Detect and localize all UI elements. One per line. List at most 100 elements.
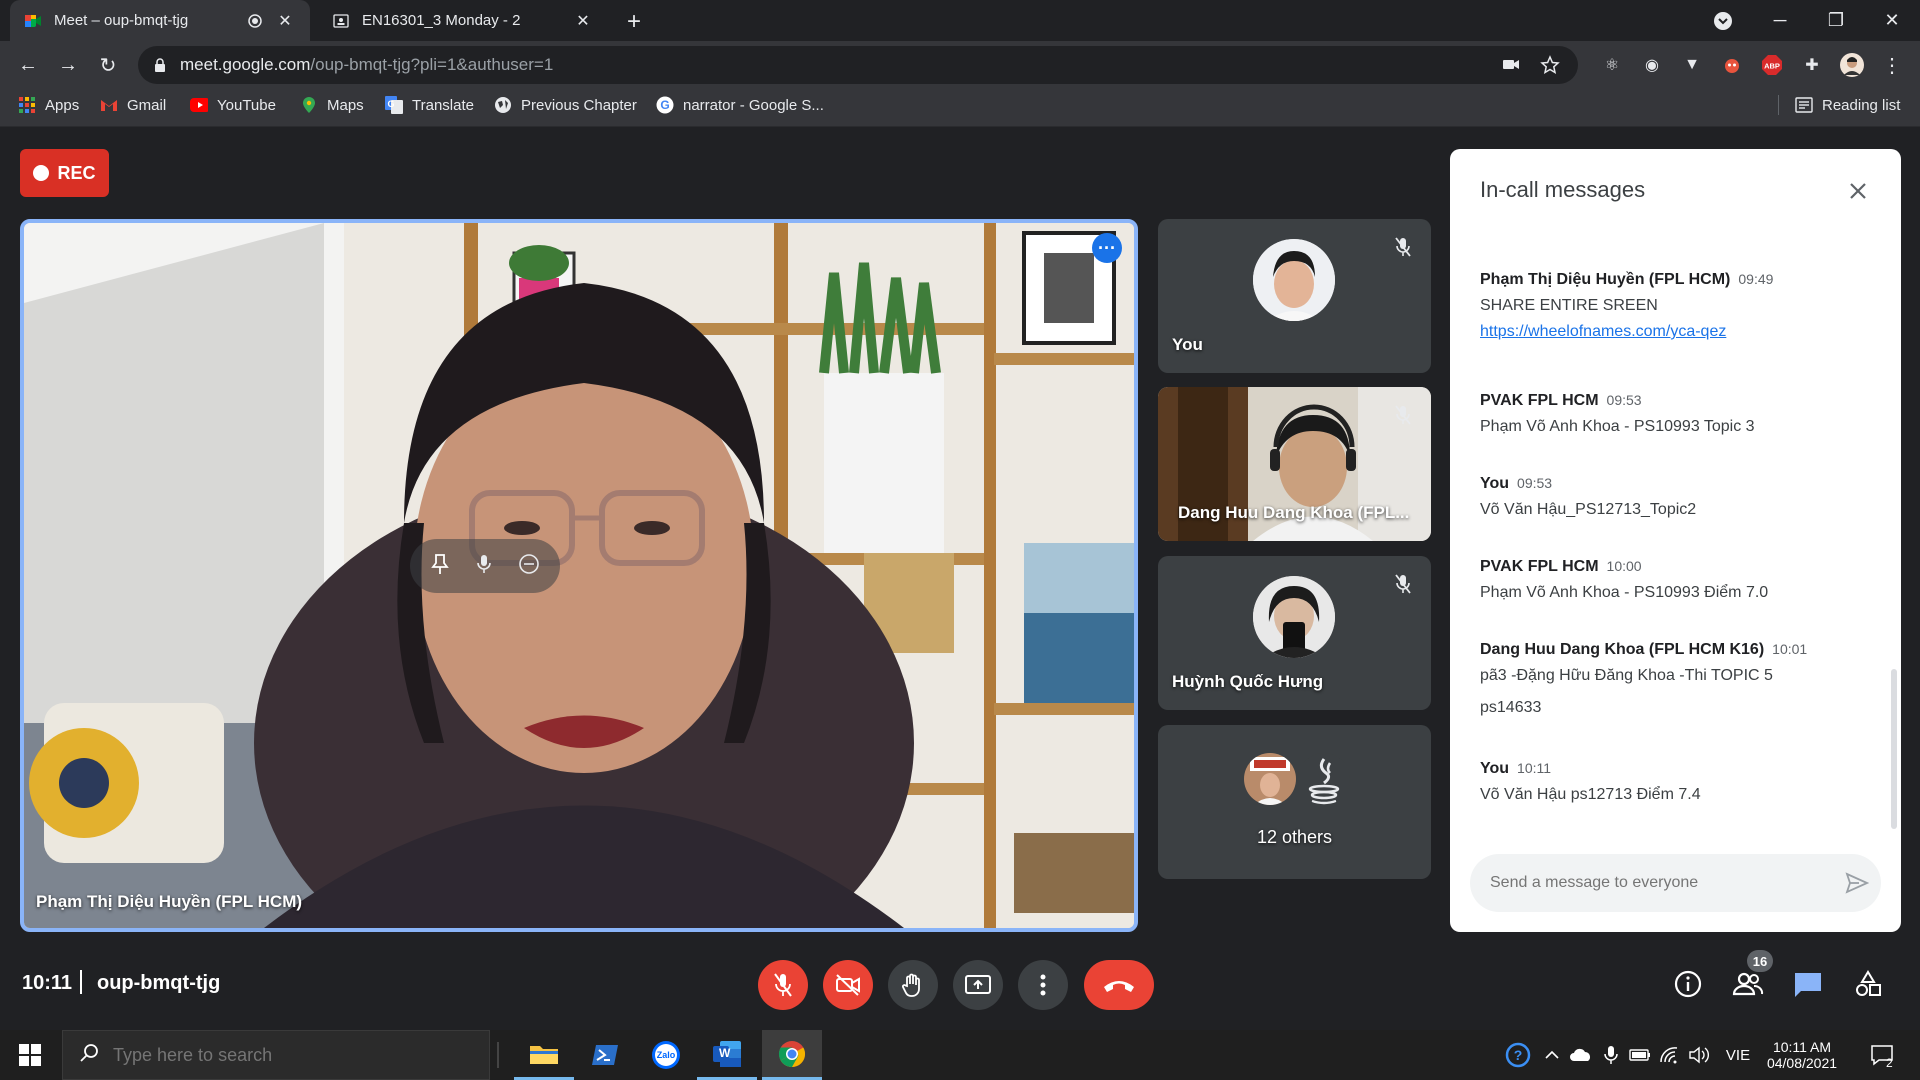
extensions-puzzle-icon[interactable]: ✚: [1798, 51, 1826, 79]
bookmark-gmail[interactable]: Gmail: [100, 89, 166, 121]
send-icon[interactable]: [1833, 859, 1881, 907]
camera-off-icon: [836, 974, 860, 996]
chrome-menu-icon[interactable]: ⋮: [1878, 51, 1906, 79]
bookmark-translate[interactable]: G Translate: [385, 89, 474, 121]
minimize-icon[interactable]: ─: [1752, 0, 1808, 41]
new-tab-button[interactable]: +: [620, 8, 648, 36]
main-speaker-video[interactable]: ··· Phạm Thị Diệu Huyền (FPL HCM): [20, 219, 1138, 932]
restore-icon[interactable]: ❐: [1808, 0, 1864, 41]
reload-icon[interactable]: ↻: [92, 49, 124, 81]
back-icon[interactable]: ←: [12, 49, 44, 81]
react-extension-icon[interactable]: ⚛: [1598, 51, 1626, 79]
camera-icon[interactable]: [1502, 55, 1520, 80]
message-time: 10:00: [1606, 558, 1642, 574]
vue-extension-icon[interactable]: ▼: [1678, 51, 1706, 79]
notification-center-icon[interactable]: 2: [1862, 1030, 1902, 1080]
bookmark-narrator[interactable]: G narrator - Google S...: [656, 89, 824, 121]
volume-icon[interactable]: [1686, 1030, 1714, 1080]
participant-tile-you[interactable]: You: [1158, 219, 1431, 373]
bookmark-apps[interactable]: Apps: [18, 89, 79, 121]
battery-icon[interactable]: [1626, 1030, 1654, 1080]
remove-participant-icon[interactable]: [518, 553, 540, 580]
tab-audio-icon[interactable]: [244, 10, 266, 32]
mascot-extension-icon[interactable]: [1718, 51, 1746, 79]
message-input[interactable]: [1490, 874, 1833, 892]
close-panel-icon[interactable]: [1840, 173, 1876, 209]
camera-toggle-button[interactable]: [823, 960, 873, 1010]
zalo-icon[interactable]: Zalo: [636, 1030, 696, 1080]
meeting-details-icon[interactable]: [1670, 966, 1706, 1002]
tab-search-icon[interactable]: [1695, 0, 1751, 41]
participant-tile-dang-khoa[interactable]: Dang Huu Dang Khoa (FPL...: [1158, 387, 1431, 541]
youtube-icon: [190, 96, 208, 114]
tab-en16301[interactable]: EN16301_3 Monday - 2 ✕: [318, 0, 608, 41]
chevron-up-icon[interactable]: [1540, 1030, 1564, 1080]
reading-list-button[interactable]: Reading list: [1795, 89, 1900, 121]
close-window-icon[interactable]: ✕: [1864, 0, 1920, 41]
more-options-icon[interactable]: ···: [1092, 233, 1122, 263]
taskbar-search-input[interactable]: [113, 1044, 433, 1066]
close-tab-icon[interactable]: ✕: [572, 10, 594, 32]
message-text: ps14633: [1480, 699, 1542, 716]
url-host: meet.google.com: [180, 55, 311, 74]
tab-title: Meet – oup-bmqt-tjg: [54, 12, 189, 29]
message-text: Phạm Võ Anh Khoa - PS10993 Topic 3: [1480, 418, 1755, 435]
file-explorer-icon[interactable]: [514, 1030, 574, 1080]
chat-scrollbar[interactable]: [1891, 669, 1897, 829]
system-clock[interactable]: 10:11 AM 04/08/2021: [1762, 1030, 1842, 1080]
chat-icon[interactable]: [1790, 966, 1826, 1002]
bookmark-label: YouTube: [217, 96, 276, 114]
taskbar-divider: [497, 1042, 499, 1068]
mute-participant-icon[interactable]: [475, 553, 493, 580]
activities-icon[interactable]: [1850, 966, 1886, 1002]
profile-avatar[interactable]: [1838, 51, 1866, 79]
address-bar[interactable]: meet.google.com /oup-bmqt-tjg?pli=1&auth…: [138, 46, 1578, 84]
message-link[interactable]: https://wheelofnames.com/yca-qez: [1480, 323, 1726, 340]
svg-text:G: G: [660, 98, 669, 112]
speaker-video-frame: [24, 223, 1134, 928]
microphone-tray-icon[interactable]: [1598, 1030, 1624, 1080]
participant-tile-quoc-hung[interactable]: Huỳnh Quốc Hưng: [1158, 556, 1431, 710]
windows-start-icon[interactable]: [0, 1030, 60, 1080]
powershell-icon[interactable]: [575, 1030, 635, 1080]
bookmark-label: narrator - Google S...: [683, 96, 824, 114]
present-screen-button[interactable]: [953, 960, 1003, 1010]
word-icon[interactable]: W: [697, 1030, 757, 1080]
tab-title: EN16301_3 Monday - 2: [362, 12, 521, 29]
message-time: 09:53: [1606, 392, 1642, 408]
wifi-icon[interactable]: [1656, 1030, 1684, 1080]
zalo-label: Zalo: [656, 1050, 676, 1060]
tab-strip: Meet – oup-bmqt-tjg ✕ EN16301_3 Monday -…: [0, 0, 1920, 41]
leave-call-button[interactable]: [1084, 960, 1154, 1010]
record-extension-icon[interactable]: ◉: [1638, 51, 1666, 79]
tab-meet[interactable]: Meet – oup-bmqt-tjg ✕: [10, 0, 310, 41]
bookmarks-bar: Apps Gmail YouTube Maps G Translate Prev…: [0, 89, 1920, 127]
help-icon[interactable]: ?: [1500, 1030, 1536, 1080]
people-count-badge: 16: [1747, 950, 1773, 972]
apps-grid-icon: [18, 96, 36, 114]
bookmark-youtube[interactable]: YouTube: [190, 89, 276, 121]
word-label: W: [719, 1046, 731, 1060]
pin-icon[interactable]: [430, 553, 450, 580]
more-options-button[interactable]: [1018, 960, 1068, 1010]
clock-date: 04/08/2021: [1766, 1055, 1838, 1071]
adblock-plus-icon[interactable]: ABP: [1758, 51, 1786, 79]
message-sender: Dang Huu Dang Khoa (FPL HCM K16): [1480, 641, 1765, 658]
bookmark-previous-chapter[interactable]: Previous Chapter: [494, 89, 637, 121]
raise-hand-button[interactable]: [888, 960, 938, 1010]
forward-icon[interactable]: →: [52, 49, 84, 81]
vertical-dots-icon: [1040, 974, 1046, 996]
lock-icon[interactable]: [152, 57, 168, 73]
onedrive-cloud-icon[interactable]: [1566, 1030, 1596, 1080]
hand-icon: [902, 973, 920, 997]
taskbar-search[interactable]: [62, 1030, 490, 1080]
bookmark-star-icon[interactable]: [1540, 55, 1560, 80]
microphone-toggle-button[interactable]: [758, 960, 808, 1010]
avatar: [1253, 239, 1335, 321]
message-time: 10:01: [1772, 641, 1808, 657]
input-language[interactable]: VIE: [1718, 1030, 1758, 1080]
bookmark-maps[interactable]: Maps: [300, 89, 364, 121]
chrome-icon[interactable]: [762, 1030, 822, 1080]
close-tab-icon[interactable]: ✕: [274, 10, 296, 32]
participant-tile-others[interactable]: 12 others: [1158, 725, 1431, 879]
